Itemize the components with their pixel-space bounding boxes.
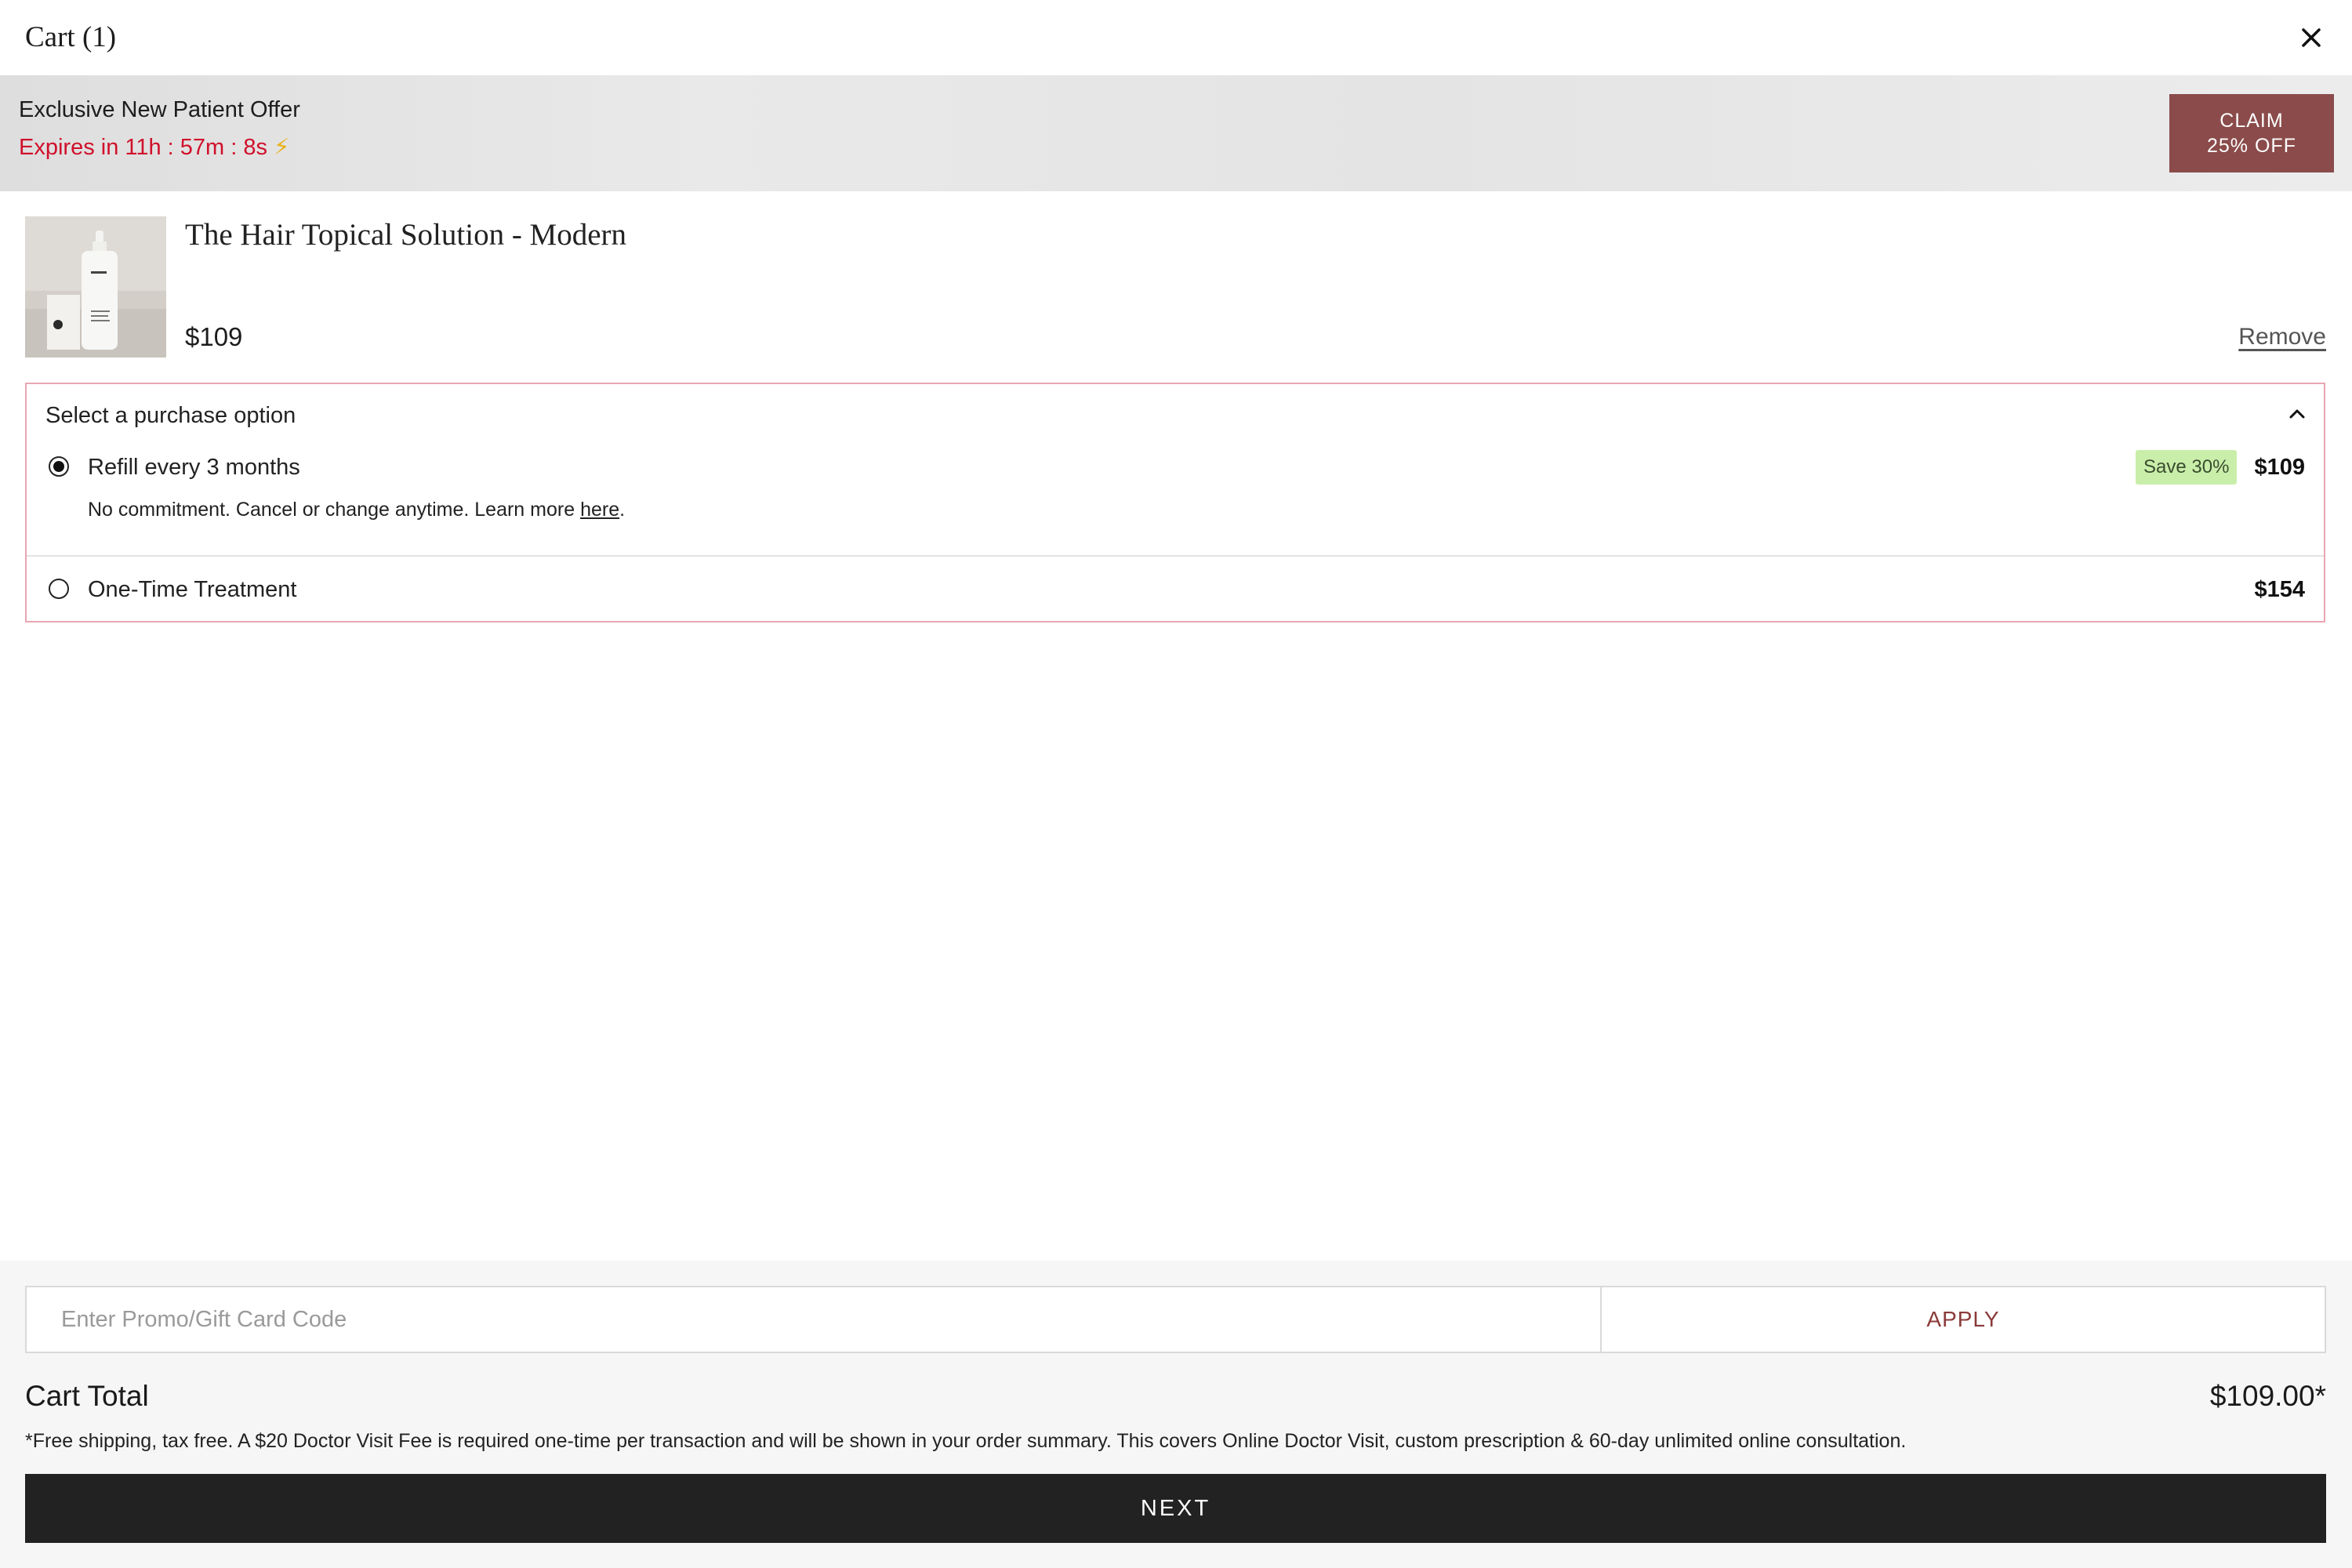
offer-timer-text: Expires in 11h : 57m : 8s bbox=[19, 135, 268, 160]
claim-offer-button[interactable]: CLAIM 25% OFF bbox=[2169, 94, 2334, 172]
option-label-one-time: One-Time Treatment bbox=[88, 577, 297, 602]
learn-more-link[interactable]: here bbox=[580, 499, 619, 521]
option-note-refill: No commitment. Cancel or change anytime.… bbox=[88, 497, 625, 522]
product-image bbox=[25, 216, 166, 358]
close-icon bbox=[2302, 28, 2321, 47]
cart-total-label: Cart Total bbox=[25, 1380, 149, 1412]
apply-promo-button[interactable]: APPLY bbox=[1600, 1286, 2326, 1353]
purchase-option-one-time[interactable]: One-Time Treatment $154 bbox=[27, 555, 2324, 624]
purchase-options-heading: Select a purchase option bbox=[45, 403, 296, 428]
product-bottle-icon bbox=[25, 216, 166, 358]
offer-countdown: Expires in 11h : 57m : 8s ⚡ bbox=[19, 133, 289, 162]
remove-item-link[interactable]: Remove bbox=[2238, 321, 2326, 353]
cart-title: Cart (1) bbox=[25, 21, 117, 53]
cart-total-value: $109.00* bbox=[2209, 1380, 2326, 1412]
shipping-disclaimer: *Free shipping, tax free. A $20 Doctor V… bbox=[25, 1430, 1907, 1452]
chevron-up-icon bbox=[2289, 409, 2305, 419]
save-badge: Save 30% bbox=[2136, 450, 2238, 485]
offer-title: Exclusive New Patient Offer bbox=[19, 97, 300, 122]
product-price: $109 bbox=[185, 322, 243, 351]
option-note-suffix: . bbox=[619, 499, 626, 521]
purchase-options-panel: Select a purchase option Refill every 3 … bbox=[25, 383, 2325, 622]
close-button[interactable] bbox=[2294, 20, 2328, 55]
promo-code-input[interactable] bbox=[25, 1286, 1601, 1353]
lightning-icon: ⚡ bbox=[274, 135, 290, 160]
radio-one-time[interactable] bbox=[49, 579, 69, 599]
claim-label-line2: 25% OFF bbox=[2207, 135, 2296, 157]
next-button[interactable]: NEXT bbox=[25, 1474, 2326, 1543]
claim-label-line1: CLAIM bbox=[2220, 110, 2284, 132]
radio-refill-selected[interactable] bbox=[49, 456, 69, 477]
option-price-refill: $109 bbox=[2254, 455, 2305, 480]
cart-header: Cart (1) bbox=[0, 0, 2352, 75]
purchase-option-refill[interactable]: Refill every 3 months No commitment. Can… bbox=[27, 436, 2324, 544]
collapse-toggle[interactable] bbox=[2285, 401, 2310, 426]
option-note-text: No commitment. Cancel or change anytime.… bbox=[88, 499, 581, 521]
option-price-one-time: $154 bbox=[2254, 577, 2305, 602]
offer-banner bbox=[0, 75, 2352, 191]
product-name: The Hair Topical Solution - Modern bbox=[185, 218, 627, 252]
option-label-refill: Refill every 3 months bbox=[88, 455, 300, 480]
